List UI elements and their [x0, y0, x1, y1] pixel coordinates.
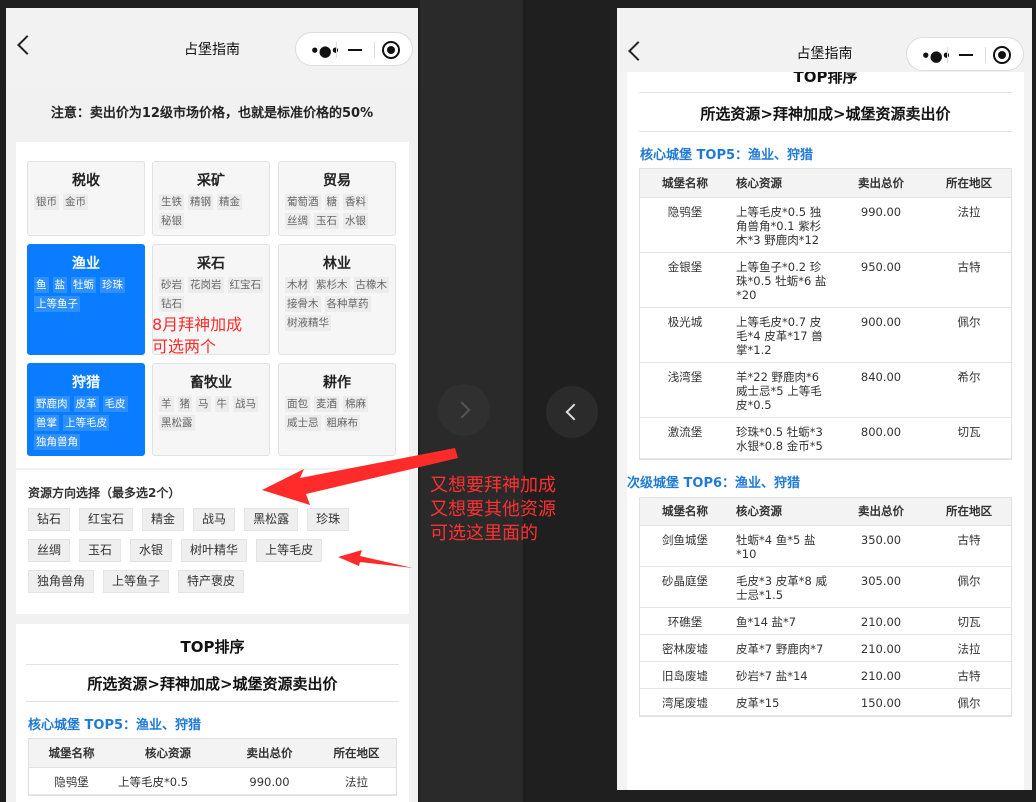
cell-res: 上等鱼子*0.2 珍珠*0.5 牡蛎*6 盐*20 — [730, 252, 835, 308]
cell-price: 900.00 — [835, 307, 927, 363]
cell-price: 990.00 — [835, 197, 927, 253]
second-table: 城堡名称 核心资源 卖出总价 所在地区 剑鱼城堡 牡蛎*4 鱼*5 盐*10 350… — [640, 497, 1011, 716]
arrow-shape — [338, 550, 413, 568]
cell-name: 隐鸮堡 — [640, 197, 730, 253]
table-row: 剑鱼城堡 牡蛎*4 鱼*5 盐*10 350.00 古特 — [640, 525, 1011, 567]
cell-name: 密林废墟 — [640, 634, 730, 662]
table-row: 浅湾堡 羊*22 野鹿肉*6 威士忌*5 上等毛皮*0.5 840.00 希尔 — [640, 362, 1011, 418]
cell-region: 古特 — [927, 525, 1011, 567]
cell-res: 上等毛皮*0.5 独角兽角*0.1 紫杉木*3 野鹿肉*12 — [730, 197, 835, 253]
record-icon[interactable] — [993, 46, 1011, 64]
nav-bar-right: 占堡指南 •●• — [617, 8, 1032, 72]
table-row: 旧岛废墟 砂岩*7 盐*14 210.00 古特 — [640, 661, 1011, 689]
cell-region: 古特 — [927, 252, 1011, 308]
table-row: 湾尾废墟 皮革*15 150.00 佩尔 — [640, 688, 1011, 716]
cell-res: 砂岩*7 盐*14 — [730, 661, 835, 689]
cell-res: 牡蛎*4 鱼*5 盐*10 — [730, 525, 835, 567]
cell-region: 希尔 — [927, 362, 1011, 418]
cell-price: 840.00 — [835, 362, 927, 418]
table-row: 环礁堡 鱼*14 盐*7 210.00 切瓦 — [640, 607, 1011, 635]
col-header: 卖出总价 — [835, 169, 927, 198]
cell-region: 切瓦 — [927, 607, 1011, 635]
col-header: 所在地区 — [927, 169, 1011, 198]
right-phone-screen: 占堡指南 •●• TOP排序 所选资源>拜神加成>城堡资源卖出价 核心城堡 TO… — [617, 8, 1032, 790]
cell-res: 鱼*14 盐*7 — [730, 607, 835, 635]
minimize-icon[interactable] — [959, 54, 973, 56]
cell-name: 金银堡 — [640, 252, 730, 308]
cell-price: 210.00 — [835, 661, 927, 689]
col-header: 核心资源 — [730, 497, 835, 526]
ranking-subtitle: 所选资源>拜神加成>城堡资源卖出价 — [700, 105, 951, 123]
table-row: 隐鸮堡 上等毛皮*0.5 独角兽角*0.1 紫杉木*3 野鹿肉*12 990.00 法… — [640, 197, 1011, 253]
cell-name: 剑鱼城堡 — [640, 525, 730, 567]
menu-capsule: •●• — [906, 37, 1024, 71]
cell-price: 800.00 — [835, 417, 927, 459]
cell-price: 305.00 — [835, 566, 927, 608]
second-section-title: 次级城堡 TOP6：渔业、狩猎 — [627, 475, 801, 491]
cell-price: 950.00 — [835, 252, 927, 308]
ranking-top-title: TOP排序 — [793, 72, 858, 86]
cell-region: 切瓦 — [927, 417, 1011, 459]
cell-region: 法拉 — [927, 634, 1011, 662]
table-row: 极光城 上等毛皮*0.7 皮毛*4 皮革*17 兽掌*1.2 900.00 佩尔 — [640, 307, 1011, 363]
core-table: 城堡名称 核心资源 卖出总价 所在地区 隐鸮堡 上等毛皮*0.5 独角兽角*0.1… — [640, 169, 1011, 459]
cell-price: 150.00 — [835, 688, 927, 716]
more-dots-icon[interactable]: •●• — [921, 47, 951, 65]
cell-region: 佩尔 — [927, 307, 1011, 363]
cell-name: 湾尾废墟 — [640, 688, 730, 716]
annotation-other-resources: 又想要拜神加成 又想要其他资源 可选这里面的 — [430, 474, 556, 546]
cell-name: 旧岛废墟 — [640, 661, 730, 689]
table-row: 密林废墟 皮革*7 野鹿肉*7 210.00 法拉 — [640, 634, 1011, 662]
cell-name: 砂晶庭堡 — [640, 566, 730, 608]
arrow-shape — [262, 448, 458, 505]
core-section-title: 核心城堡 TOP5：渔业、狩猎 — [640, 148, 814, 163]
col-header: 卖出总价 — [835, 497, 927, 526]
cell-price: 210.00 — [835, 607, 927, 635]
cell-res: 羊*22 野鹿肉*6 威士忌*5 上等毛皮*0.5 — [730, 362, 835, 418]
cell-res: 上等毛皮*0.7 皮毛*4 皮革*17 兽掌*1.2 — [730, 307, 835, 363]
col-header: 所在地区 — [927, 497, 1011, 526]
cell-price: 210.00 — [835, 634, 927, 662]
table-row: 激流堡 珍珠*0.5 牡蛎*3 水银*0.8 金币*5 800.00 切瓦 — [640, 417, 1011, 459]
table-row: 砂晶庭堡 毛皮*3 皮革*8 威士忌*1.5 305.00 佩尔 — [640, 566, 1011, 608]
annotation-line: 可选这里面的 — [430, 523, 538, 544]
cell-name: 极光城 — [640, 307, 730, 363]
col-header: 城堡名称 — [640, 169, 730, 198]
cell-res: 皮革*15 — [730, 688, 835, 716]
table-row: 金银堡 上等鱼子*0.2 珍珠*0.5 牡蛎*6 盐*20 950.00 古特 — [640, 252, 1011, 308]
annotation-line: 又想要拜神加成 — [430, 475, 556, 496]
cell-name: 环礁堡 — [640, 607, 730, 635]
cell-price: 350.00 — [835, 525, 927, 567]
cell-region: 佩尔 — [927, 566, 1011, 608]
col-header: 核心资源 — [730, 169, 835, 198]
cell-name: 浅湾堡 — [640, 362, 730, 418]
cell-name: 激流堡 — [640, 417, 730, 459]
col-header: 城堡名称 — [640, 497, 730, 526]
ranking-panel-right: TOP排序 所选资源>拜神加成>城堡资源卖出价 核心城堡 TOP5：渔业、狩猎 … — [627, 72, 1024, 790]
annotation-line: 又想要其他资源 — [430, 499, 556, 520]
cell-res: 毛皮*3 皮革*8 威士忌*1.5 — [730, 566, 835, 608]
cell-res: 皮革*7 野鹿肉*7 — [730, 634, 835, 662]
cell-region: 佩尔 — [927, 688, 1011, 716]
cell-res: 珍珠*0.5 牡蛎*3 水银*0.8 金币*5 — [730, 417, 835, 459]
cell-region: 古特 — [927, 661, 1011, 689]
cell-region: 法拉 — [927, 197, 1011, 253]
